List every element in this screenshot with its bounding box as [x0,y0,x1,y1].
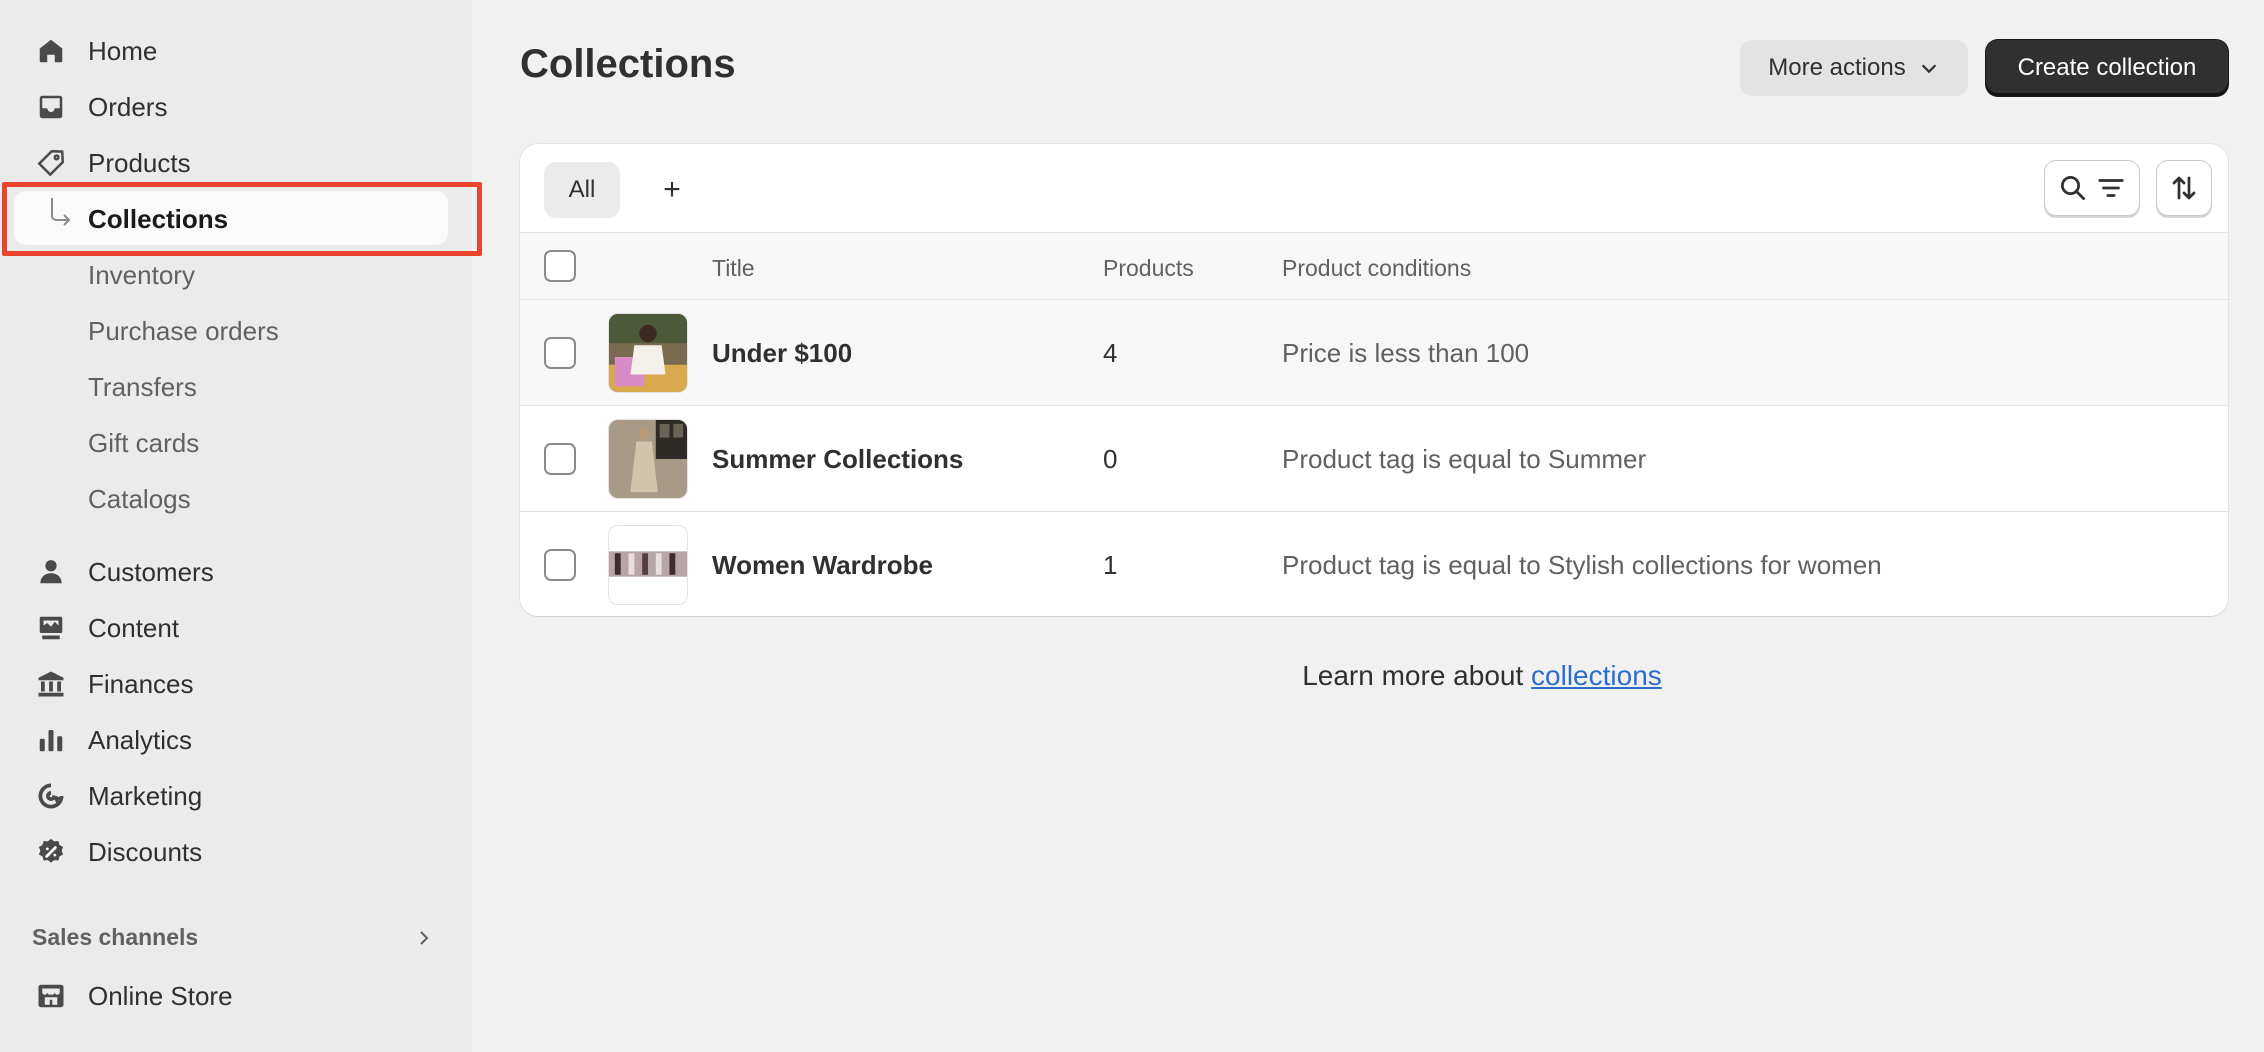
sidebar-item-label: Gift cards [88,427,200,458]
search-filter-button[interactable] [2044,160,2140,216]
collection-title[interactable]: Under $100 [712,338,852,369]
sidebar-item-label: Transfers [88,371,197,402]
store-icon [34,979,68,1013]
collection-product-count: 4 [1103,338,1118,368]
sidebar-item-orders[interactable]: Orders [0,81,472,133]
search-icon [2061,176,2085,200]
sidebar-item-label: Home [88,35,158,66]
chevron-down-icon [1921,64,1936,74]
select-all-checkbox[interactable] [544,250,576,282]
sidebar-item-customers[interactable]: Customers [0,546,472,598]
inbox-icon [34,90,68,124]
sidebar-item-catalogs[interactable]: Catalogs [0,473,472,525]
create-collection-button[interactable]: Create collection [1986,40,2228,96]
row-checkbox[interactable] [544,549,576,581]
filter-icon [2098,179,2124,197]
person-icon [34,555,68,589]
sidebar-item-inventory[interactable]: Inventory [0,249,472,301]
add-view-button[interactable]: + [644,162,700,218]
sidebar-item-label: Inventory [88,259,195,290]
highlight-annotation-box [2,182,482,256]
column-header-conditions: Product conditions [1282,255,1472,281]
page-title: Collections [520,42,736,86]
sidebar-item-label: Marketing [88,780,203,811]
sidebar-item-online-store[interactable]: Online Store [0,970,472,1022]
row-checkbox[interactable] [544,337,576,369]
sidebar-item-label: Content [88,612,180,643]
collection-product-count: 1 [1103,550,1118,580]
sidebar-item-label: Catalogs [88,483,191,514]
column-header-products: Products [1103,255,1194,281]
table-header: Title Products Product conditions [520,232,2228,300]
row-checkbox[interactable] [544,443,576,475]
target-icon [34,779,68,813]
sales-channels-heading[interactable]: Sales channels [32,924,198,951]
collection-conditions: Price is less than 100 [1282,338,1530,368]
sidebar-item-analytics[interactable]: Analytics [0,714,472,766]
table-row[interactable]: Summer Collections 0 Product tag is equa… [520,406,2228,512]
sidebar-item-gift-cards[interactable]: Gift cards [0,417,472,469]
sidebar-item-label: Online Store [88,980,233,1011]
collection-title[interactable]: Summer Collections [712,444,963,475]
sidebar-item-label: Products [88,147,191,178]
more-actions-button[interactable]: More actions [1740,40,1968,96]
sidebar-item-label: Analytics [88,724,193,755]
home-icon [34,34,68,68]
collection-conditions: Product tag is equal to Summer [1282,444,1647,474]
learn-more-text: Learn more about collections [0,660,2264,692]
sort-arrows-icon [2172,176,2196,200]
sidebar-item-label: Orders [88,91,168,122]
content-icon [34,611,68,645]
column-header-title: Title [712,255,755,281]
sort-button[interactable] [2156,160,2212,216]
learn-more-prefix: Learn more about [1302,660,1532,691]
sidebar: Home Orders Products Collections Invento… [0,0,482,1052]
collection-thumbnail [608,313,688,393]
collection-product-count: 0 [1103,444,1118,474]
collection-title[interactable]: Women Wardrobe [712,550,933,581]
table-row[interactable]: Under $100 4 Price is less than 100 [520,300,2228,406]
sidebar-item-transfers[interactable]: Transfers [0,361,472,413]
sidebar-item-content[interactable]: Content [0,602,472,654]
sidebar-item-label: Discounts [88,836,203,867]
sidebar-item-purchase-orders[interactable]: Purchase orders [0,305,472,357]
collection-thumbnail [608,525,688,605]
sidebar-item-marketing[interactable]: Marketing [0,770,472,822]
more-actions-label: More actions [1768,54,1906,81]
sidebar-item-home[interactable]: Home [0,25,472,77]
collection-thumbnail [608,419,688,499]
collections-card: All + Title Products Product conditions … [520,144,2228,616]
tag-icon [34,146,68,180]
table-row[interactable]: Women Wardrobe 1 Product tag is equal to… [520,512,2228,616]
chevron-right-icon[interactable] [412,926,436,950]
discount-icon [34,835,68,869]
collection-conditions: Product tag is equal to Stylish collecti… [1282,550,1882,580]
sidebar-item-discounts[interactable]: Discounts [0,826,472,878]
bar-chart-icon [34,723,68,757]
sidebar-item-label: Customers [88,556,214,587]
tab-all[interactable]: All [544,162,620,218]
collections-help-link[interactable]: collections [1531,660,1662,691]
sidebar-item-label: Purchase orders [88,315,279,346]
